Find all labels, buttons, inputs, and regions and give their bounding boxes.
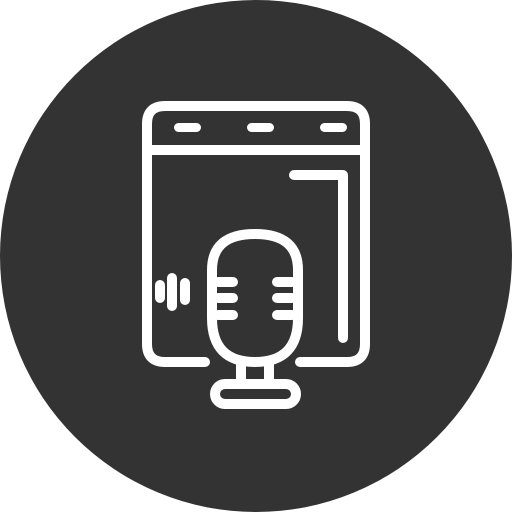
- icon-background-circle: [0, 0, 512, 512]
- app-icon: [0, 0, 512, 512]
- browser-podcast-microphone-icon: [0, 0, 512, 512]
